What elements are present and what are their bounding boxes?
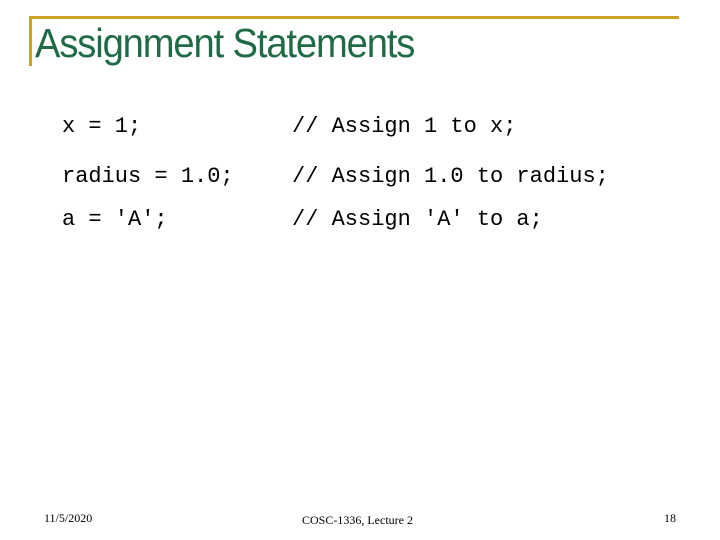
footer-course: COSC-1336, Lecture 2 bbox=[302, 513, 413, 527]
footer-page-number: 18 bbox=[664, 511, 676, 525]
code-statement: x = 1; bbox=[62, 114, 142, 139]
code-comment: // Assign 1 to x; bbox=[292, 114, 517, 139]
code-comment: // Assign 'A' to a; bbox=[292, 207, 543, 232]
code-statement: radius = 1.0; bbox=[62, 164, 234, 189]
slide-title: Assignment Statements bbox=[35, 20, 415, 66]
code-statement: a = 'A'; bbox=[62, 207, 168, 232]
footer-date: 11/5/2020 bbox=[44, 511, 93, 525]
title-border-left bbox=[29, 16, 32, 66]
slide: Assignment Statements x = 1; // Assign 1… bbox=[0, 0, 720, 540]
title-border-top bbox=[29, 16, 679, 19]
code-comment: // Assign 1.0 to radius; bbox=[292, 164, 609, 189]
